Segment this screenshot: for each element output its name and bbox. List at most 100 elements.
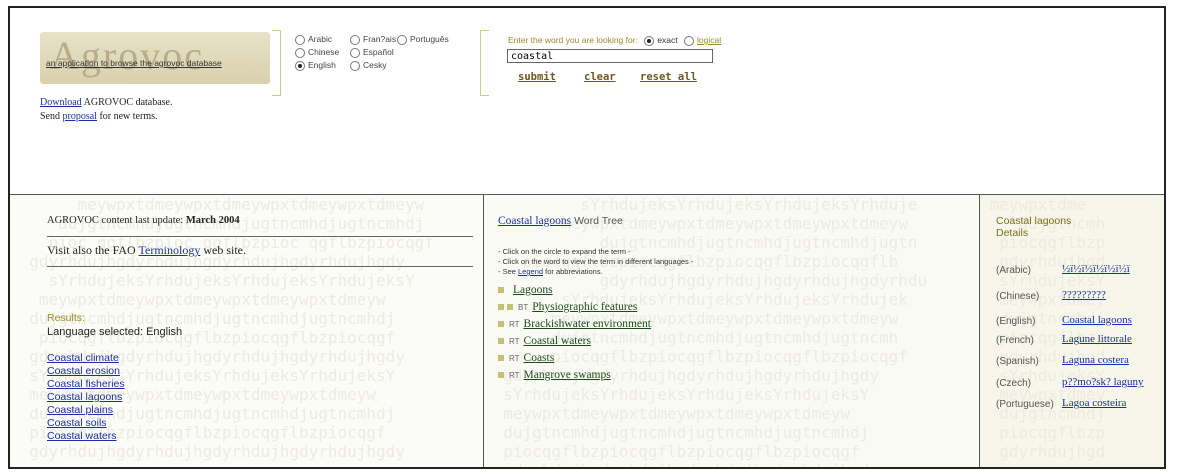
expand-bullet-icon[interactable] — [498, 355, 504, 362]
lang-spanish-label: Español — [363, 47, 394, 57]
tree-term-link[interactable]: Coastal waters — [524, 335, 591, 347]
proposal-link[interactable]: proposal — [63, 111, 97, 122]
visit-prefix: Visit also the FAO — [47, 243, 139, 257]
radio-portuguese[interactable] — [397, 34, 407, 45]
terminology-link[interactable]: Terminology — [139, 243, 201, 257]
relation-tag: RT — [509, 320, 520, 329]
page-frame: Agrovoc an application to browse the agr… — [8, 6, 1166, 469]
search-label-text: Enter the word you are looking for: — [508, 35, 638, 45]
background-pattern: sYrhdujeksYrhdujeksYrhdujeksYrhduje meyw… — [503, 195, 928, 467]
tree-title-suffix: Word Tree — [571, 215, 623, 227]
results-label: Results: — [47, 312, 85, 324]
detail-lang: (Chinese) — [996, 291, 1040, 302]
results-panel: meywpxtdmeywpxtdmeywpxtdmeywpxtdmeyw duj… — [10, 195, 483, 467]
reset-all-button[interactable]: reset all — [640, 71, 697, 83]
detail-term-link[interactable]: ½ï½ï½ï½ï½ï½ï — [1062, 263, 1130, 275]
detail-lang: (Spanish) — [996, 356, 1039, 367]
details-panel: meywpxtdme dujgtncmh piocqgflbzp gdyrhdu… — [980, 195, 1164, 467]
radio-exact[interactable] — [644, 35, 655, 46]
lang-chinese[interactable]: Chinese — [295, 47, 339, 58]
detail-term-link[interactable]: Lagoa costeira — [1062, 397, 1126, 409]
expand-bullet-icon[interactable] — [498, 372, 504, 379]
lang-english-label: English — [308, 60, 336, 70]
detail-term-link[interactable]: Coastal lagoons — [1062, 314, 1132, 326]
result-link[interactable]: Coastal waters — [47, 430, 116, 442]
radio-chinese[interactable] — [295, 47, 305, 58]
expand-bullet-icon[interactable] — [498, 338, 504, 345]
lang-french[interactable]: Fran?ais — [350, 34, 396, 45]
radio-czech[interactable] — [350, 60, 360, 71]
radio-arabic[interactable] — [295, 34, 305, 45]
logo-bracket — [272, 30, 281, 96]
download-link[interactable]: Download — [40, 97, 82, 108]
tree-item: RT Brackishwater environment — [498, 318, 651, 330]
lang-czech[interactable]: Cesky — [350, 60, 387, 71]
tree-term-link[interactable]: Physiographic features — [532, 301, 637, 313]
visit-line: Visit also the FAO Terminology web site. — [47, 243, 246, 258]
detail-lang: (Portuguese) — [996, 399, 1054, 410]
result-link[interactable]: Coastal lagoons — [47, 391, 122, 403]
lang-spanish[interactable]: Español — [350, 47, 394, 58]
radio-french[interactable] — [350, 34, 360, 45]
details-title: Coastal lagoons — [996, 215, 1072, 227]
radio-english[interactable] — [295, 60, 305, 71]
lang-english[interactable]: English — [295, 60, 336, 71]
radio-logical[interactable] — [684, 35, 695, 46]
expand-bullet-icon[interactable] — [507, 304, 513, 311]
tree-term-link[interactable]: Mangrove swamps — [524, 369, 611, 381]
language-selected: Language selected: English — [47, 326, 183, 338]
detail-term-link[interactable]: ????????? — [1062, 289, 1106, 301]
proposal-text: for new terms. — [96, 111, 158, 122]
tree-term-link[interactable]: Lagoons — [513, 284, 553, 296]
detail-lang: (English) — [996, 316, 1036, 327]
result-link[interactable]: Coastal erosion — [47, 365, 120, 377]
expand-bullet-icon[interactable] — [498, 304, 504, 311]
detail-lang: (Czech) — [996, 378, 1032, 389]
lang-chinese-label: Chinese — [308, 47, 340, 57]
instr3-prefix: - See — [498, 267, 519, 276]
result-link[interactable]: Coastal plains — [47, 404, 113, 416]
tree-title: Coastal lagoons Word Tree — [498, 213, 623, 227]
tree-item: BT Physiographic features — [498, 301, 637, 313]
detail-term-link[interactable]: Lagune littorale — [1062, 333, 1132, 345]
relation-tag: RT — [509, 337, 520, 346]
detail-lang: (French) — [996, 335, 1034, 346]
search-bracket — [480, 30, 489, 96]
instruction-2: - Click on the word to view the term in … — [498, 257, 694, 266]
lang-arabic-label: Arabic — [308, 34, 333, 44]
expand-bullet-icon[interactable] — [498, 321, 504, 328]
tree-term-link[interactable]: Brackishwater environment — [524, 318, 651, 330]
submit-button[interactable]: submit — [518, 71, 556, 83]
update-prefix: AGROVOC content last update: — [47, 215, 186, 226]
lang-arabic[interactable]: Arabic — [295, 34, 332, 45]
relation-tag: RT — [509, 371, 520, 380]
radio-spanish[interactable] — [350, 47, 360, 58]
tree-term-link[interactable]: Coasts — [524, 352, 555, 364]
relation-tag: BT — [518, 303, 529, 312]
send-text: Send — [40, 111, 63, 122]
instruction-1: - Click on the circle to expand the term… — [498, 247, 631, 256]
search-input[interactable] — [507, 49, 713, 63]
expand-bullet-icon[interactable] — [498, 287, 504, 294]
result-link[interactable]: Coastal fisheries — [47, 378, 125, 390]
update-date: March 2004 — [185, 215, 240, 226]
lang-czech-label: Cesky — [363, 60, 387, 70]
tree-item: Lagoons — [498, 284, 553, 296]
detail-term-link[interactable]: Laguna costera — [1062, 354, 1129, 366]
clear-button[interactable]: clear — [584, 71, 616, 83]
visit-suffix: web site. — [200, 243, 246, 257]
legend-link[interactable]: Legend — [518, 267, 543, 276]
details-subtitle: Details — [996, 227, 1029, 239]
instruction-3: - See Legend for abbreviations. — [498, 267, 603, 276]
result-link[interactable]: Coastal soils — [47, 417, 107, 429]
tree-title-link[interactable]: Coastal lagoons — [498, 215, 571, 227]
agrovoc-logo: Agrovoc an application to browse the agr… — [40, 32, 270, 84]
detail-term-link[interactable]: p??mo?sk? laguny — [1062, 376, 1144, 388]
instr3-suffix: for abbreviations. — [543, 267, 603, 276]
result-link[interactable]: Coastal climate — [47, 352, 119, 364]
word-tree-panel: sYrhdujeksYrhdujeksYrhdujeksYrhduje meyw… — [484, 195, 979, 467]
lang-portuguese[interactable]: Português — [397, 34, 449, 45]
relation-tag: RT — [509, 354, 520, 363]
detail-lang: (Arabic) — [996, 265, 1032, 276]
lang-portuguese-label: Português — [410, 34, 449, 44]
